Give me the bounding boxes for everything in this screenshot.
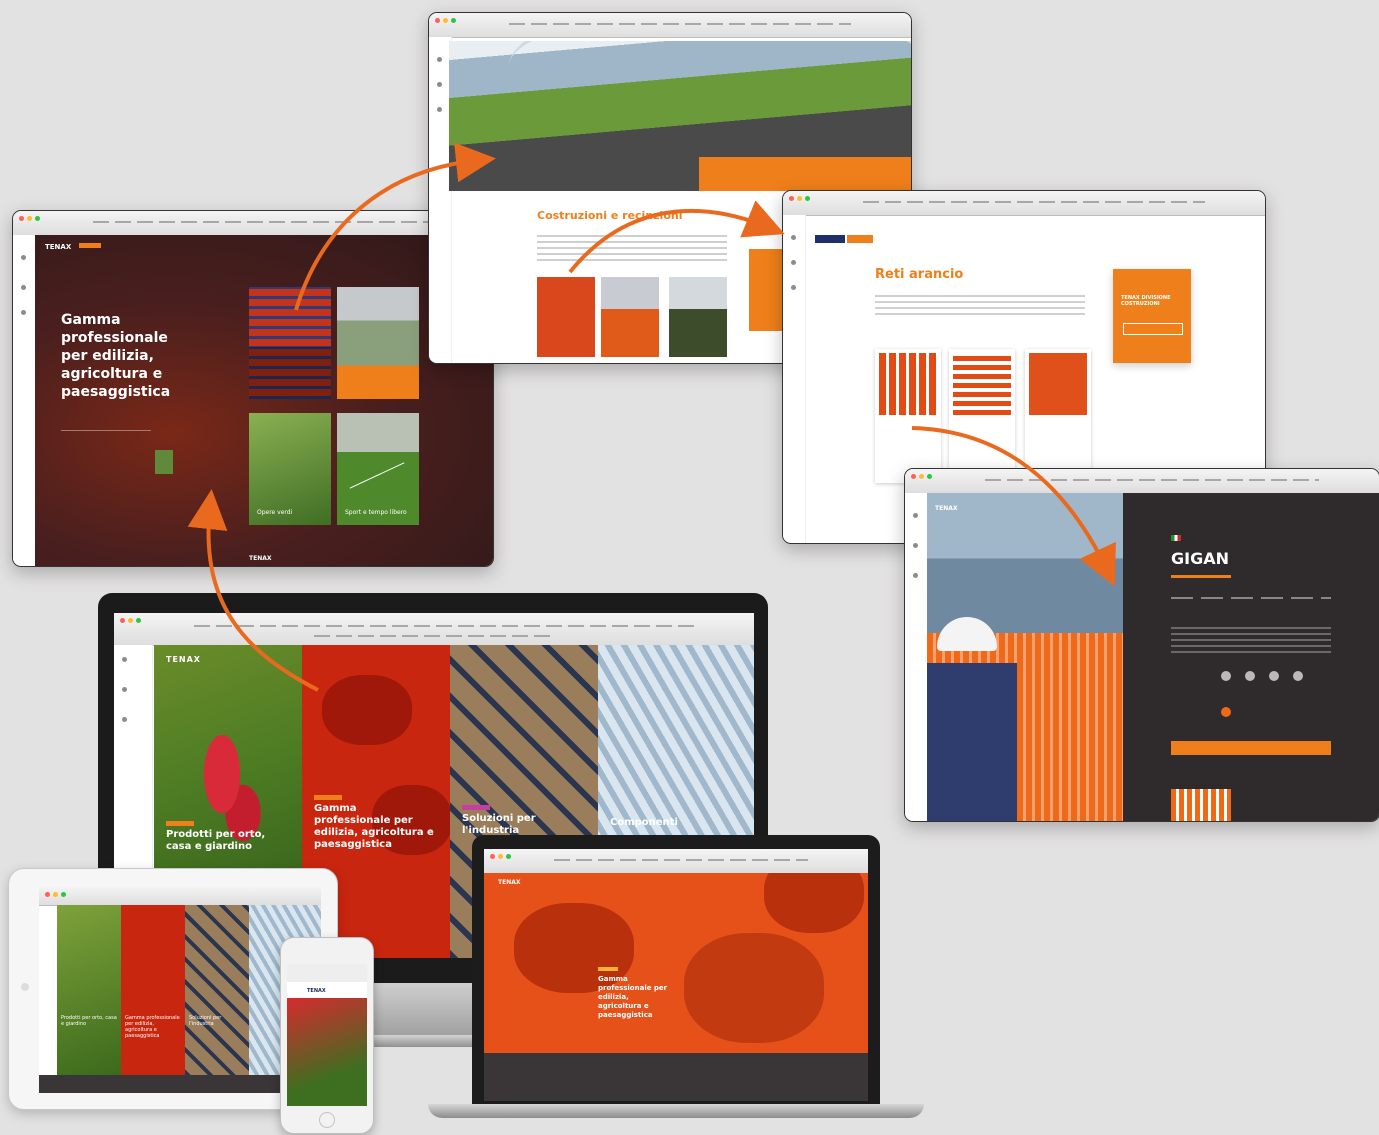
tenax-logo: TENAX	[166, 655, 201, 664]
arrow-desktop-to-home	[187, 489, 319, 692]
flow-arrows	[187, 142, 1116, 692]
arrow-home-to-construction	[294, 142, 496, 311]
arrow-construction-to-reti	[568, 200, 785, 274]
arrow-reti-to-gigan	[911, 426, 1116, 587]
